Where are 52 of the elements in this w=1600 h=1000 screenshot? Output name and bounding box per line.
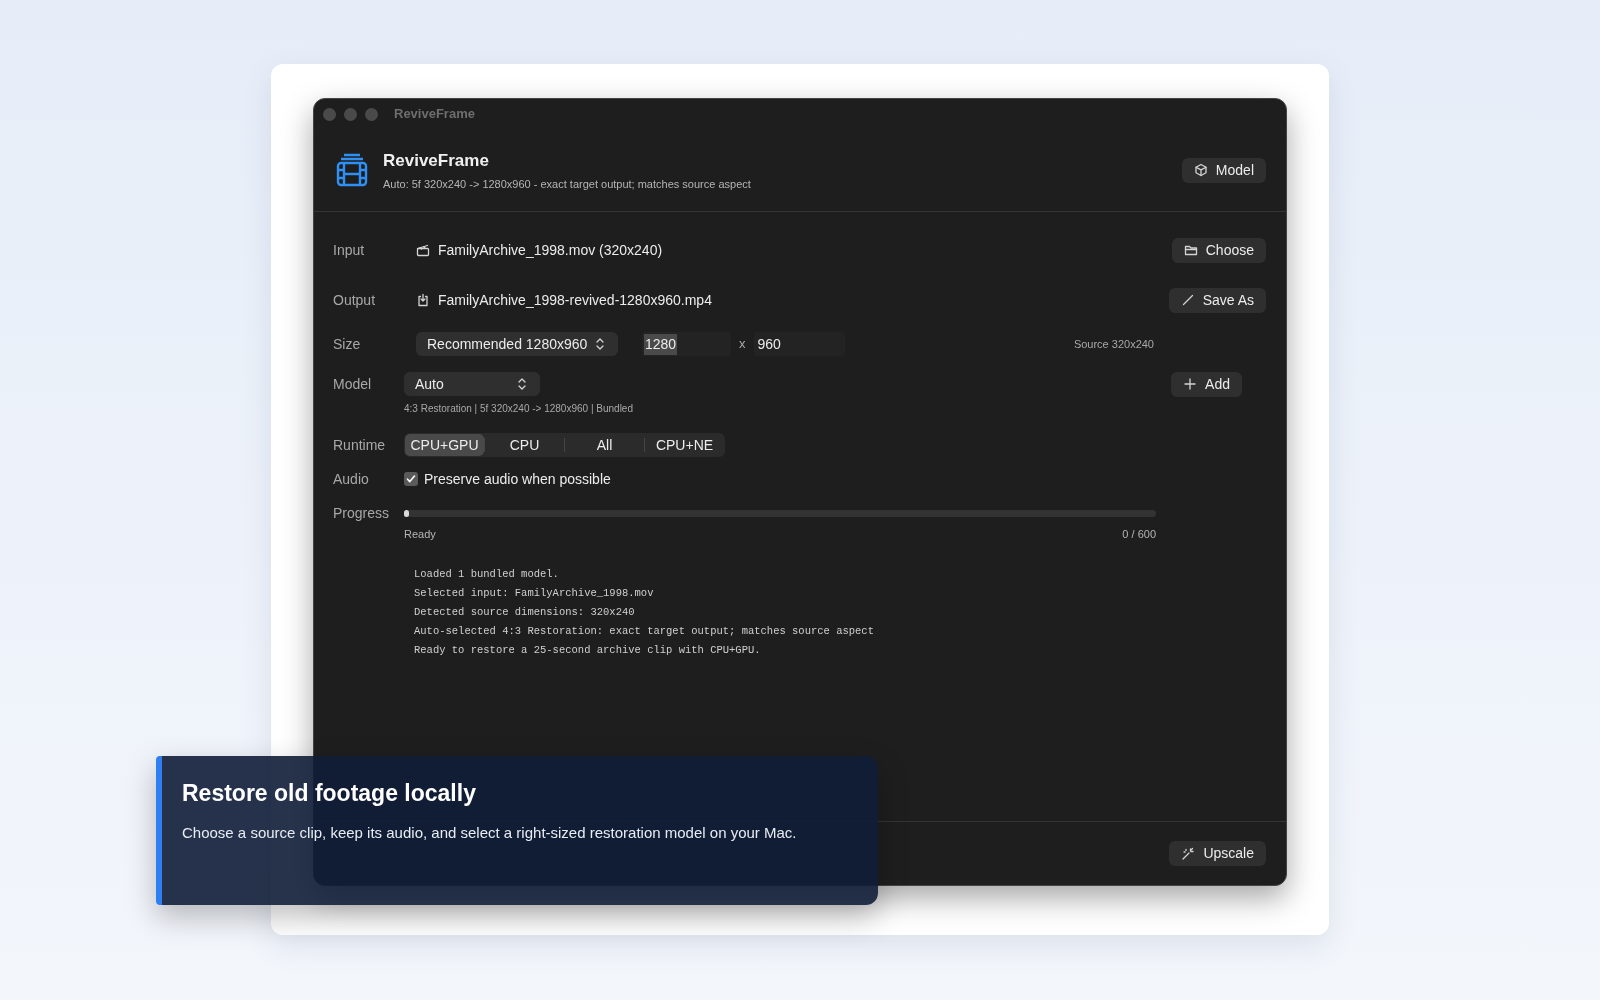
add-button[interactable]: Add [1171, 371, 1242, 397]
checkbox-label: Preserve audio when possible [424, 469, 611, 489]
model-detail: 4:3 Restoration | 5f 320x240 -> 1280x960 | Bundled [404, 402, 633, 416]
clapperboard-icon [416, 243, 430, 257]
window-control[interactable] [365, 107, 378, 121]
field-label: Size [333, 334, 362, 354]
audio-checkbox[interactable] [404, 472, 418, 486]
download-icon [416, 293, 430, 307]
window-title: ReviveFrame [394, 105, 475, 124]
callout-title: Restore old footage locally [182, 779, 477, 808]
runtime-segmented-control[interactable]: CPU+GPU CPU All CPU+NE [404, 433, 725, 457]
runtime-tab[interactable]: All [565, 434, 644, 456]
choose-button[interactable]: Choose [1171, 237, 1266, 263]
app-subtitle: Auto: 5f 320x240 -> 1280x960 - exact target output; matches source aspect [383, 176, 751, 192]
model-button[interactable]: Model [1181, 157, 1266, 183]
log-line: Detected source dimensions: 320x240 [414, 604, 636, 620]
magic-wand-icon [1181, 846, 1196, 861]
file-name: FamilyArchive_1998-revived-1280x960.mp4 [438, 290, 712, 310]
plus-icon [1183, 377, 1198, 391]
source-size-label: Source 320x240 [1073, 336, 1154, 352]
field-label: Progress [333, 503, 391, 523]
runtime-tab[interactable]: CPU [485, 434, 564, 456]
times-label: x [739, 335, 746, 354]
field-label: Model [333, 374, 373, 394]
size-dropdown[interactable]: Recommended 1280x960 [416, 332, 618, 356]
pencil-icon [1180, 293, 1195, 307]
progress-count: 0 / 600 [1122, 527, 1156, 542]
status-label: Ready [404, 527, 436, 542]
callout-text: Choose a source clip, keep its audio, and select a right-sized restoration model on your Mac. [182, 823, 798, 843]
window-control[interactable] [323, 107, 336, 121]
log-line: Ready to restore a 25-second archive clip with CPU+GPU. [414, 642, 762, 658]
save-as-button[interactable]: Save As [1168, 287, 1266, 313]
window-control[interactable] [344, 107, 357, 121]
film-icon [335, 152, 369, 188]
app-title: ReviveFrame [383, 150, 490, 172]
field-label: Audio [333, 469, 370, 489]
width-field[interactable]: 1280 [642, 332, 731, 356]
model-dropdown[interactable]: Auto [404, 372, 540, 396]
field-label: Runtime [333, 435, 387, 455]
cube-icon [1193, 163, 1208, 177]
log-line: Loaded 1 bundled model. [414, 566, 560, 582]
field-label: Input [333, 240, 366, 260]
file-name: FamilyArchive_1998.mov (320x240) [438, 240, 663, 260]
runtime-tab[interactable]: CPU+GPU [405, 434, 484, 456]
field-label: Output [333, 290, 377, 310]
checkmark-icon [406, 474, 416, 484]
runtime-tab[interactable]: CPU+NE [645, 434, 724, 456]
log-line: Selected input: FamilyArchive_1998.mov [414, 585, 655, 601]
folder-icon [1183, 243, 1198, 257]
height-field[interactable]: 960 [753, 332, 845, 356]
upscale-button[interactable]: Upscale [1169, 841, 1266, 866]
log-line: Auto-selected 4:3 Restoration: exact target output; matches source aspect [414, 623, 875, 639]
